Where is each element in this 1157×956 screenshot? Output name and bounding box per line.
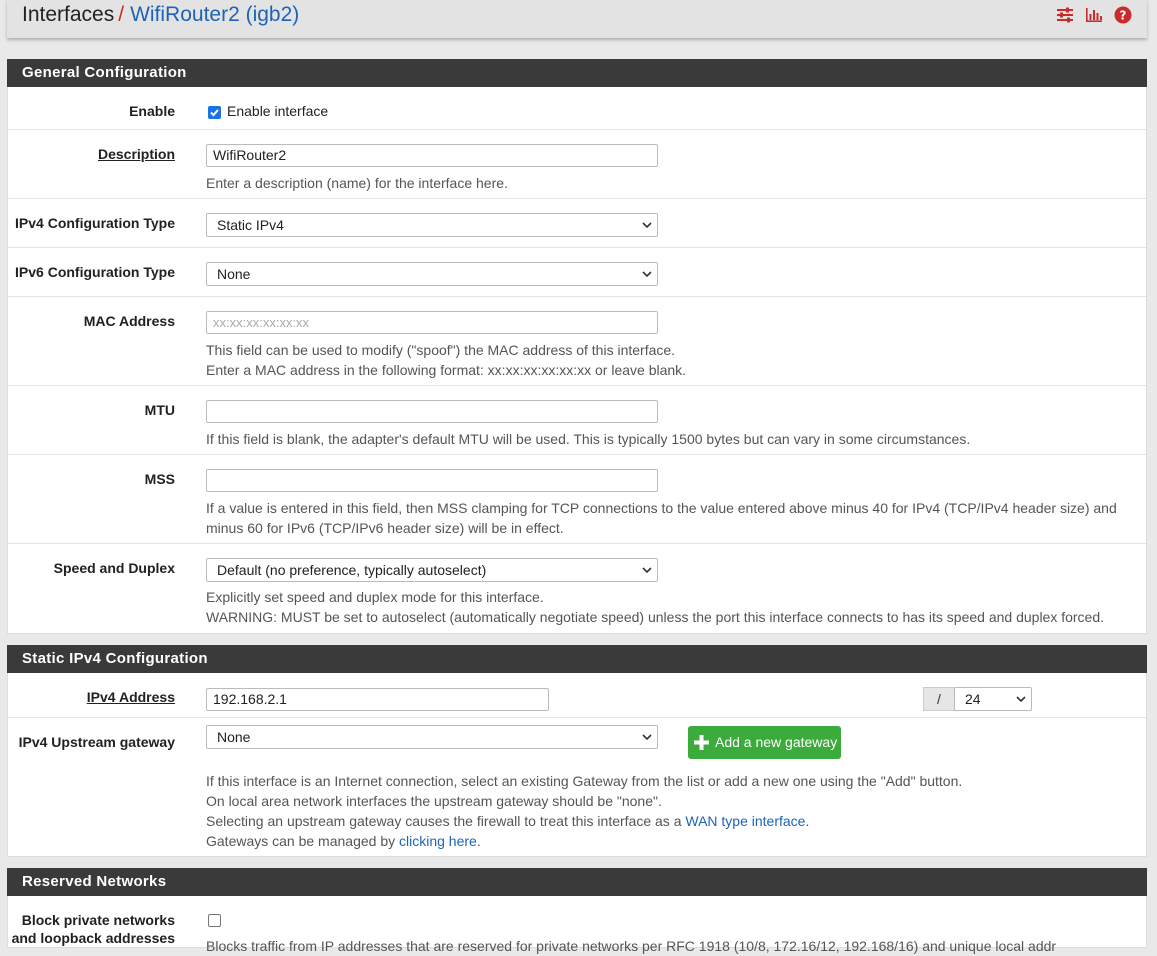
- ipv4-gateway-select[interactable]: None: [206, 725, 658, 749]
- breadcrumb-current-interface[interactable]: WifiRouter2 (igb2): [130, 3, 299, 26]
- chevron-down-icon: [1016, 696, 1026, 703]
- general-configuration-panel: General Configuration Enable Enable inte…: [7, 59, 1147, 634]
- speed-duplex-row: Speed and Duplex Default (no preference,…: [8, 544, 1146, 633]
- mac-address-row: MAC Address xx:xx:xx:xx:xx:xx This field…: [8, 297, 1146, 386]
- description-help: Enter a description (name) for the inter…: [206, 175, 508, 191]
- gateway-help-3: Selecting an upstream gateway causes the…: [206, 811, 809, 831]
- gateway-help-4: Gateways can be managed by clicking here…: [206, 831, 481, 851]
- mss-input[interactable]: [206, 469, 658, 492]
- speed-duplex-select[interactable]: Default (no preference, typically autose…: [206, 558, 658, 582]
- speed-duplex-label: Speed and Duplex: [53, 560, 175, 576]
- gateway-help-2: On local area network interfaces the ups…: [206, 793, 662, 809]
- speed-duplex-help-1: Explicitly set speed and duplex mode for…: [206, 589, 544, 605]
- enable-interface-text: Enable interface: [227, 103, 329, 119]
- block-private-row: Block private networks and loopback addr…: [8, 896, 1146, 954]
- ipv4-address-input[interactable]: 192.168.2.1: [206, 688, 549, 711]
- mss-help-1: If a value is entered in this field, the…: [206, 500, 1117, 516]
- panel-title: Reserved Networks: [7, 868, 1147, 896]
- mtu-row: MTU If this field is blank, the adapter'…: [8, 386, 1146, 455]
- svg-text:?: ?: [1120, 9, 1127, 23]
- speed-duplex-value: Default (no preference, typically autose…: [217, 562, 487, 578]
- enable-row: Enable Enable interface: [8, 87, 1146, 130]
- add-gateway-button[interactable]: Add a new gateway: [688, 726, 841, 759]
- mac-address-label: MAC Address: [83, 313, 175, 329]
- sliders-icon[interactable]: [1056, 6, 1074, 24]
- panel-title: Static IPv4 Configuration: [7, 645, 1147, 673]
- mtu-label: MTU: [144, 402, 175, 418]
- static-ipv4-panel: Static IPv4 Configuration IPv4 Address 1…: [7, 645, 1147, 857]
- chevron-down-icon: [642, 222, 652, 229]
- gateway-help-4-text: Gateways can be managed by: [206, 833, 400, 849]
- mac-address-input[interactable]: xx:xx:xx:xx:xx:xx: [206, 311, 658, 334]
- panel-title: General Configuration: [7, 59, 1147, 87]
- chevron-down-icon: [642, 734, 652, 741]
- block-private-help: Blocks traffic from IP addresses that ar…: [206, 938, 1057, 954]
- breadcrumb: Interfaces / WifiRouter2 (igb2): [22, 2, 299, 28]
- cidr-mask-value: 24: [965, 691, 981, 707]
- gateway-help-3-period: .: [805, 813, 810, 829]
- ipv6-type-select[interactable]: None: [206, 262, 658, 286]
- ipv4-type-row: IPv4 Configuration Type Static IPv4: [8, 199, 1146, 248]
- mac-address-help-2: Enter a MAC address in the following for…: [206, 362, 687, 378]
- block-private-label-1: Block private networks: [21, 912, 175, 928]
- gateway-help-4-period: .: [476, 833, 481, 849]
- cidr-slash: /: [923, 687, 955, 711]
- mss-label: MSS: [144, 471, 175, 487]
- ipv4-type-value: Static IPv4: [217, 217, 284, 233]
- add-gateway-label: Add a new gateway: [715, 734, 838, 750]
- ipv4-address-label: IPv4 Address: [86, 689, 175, 705]
- help-icon[interactable]: ?: [1114, 6, 1132, 24]
- reserved-networks-panel: Reserved Networks Block private networks…: [7, 868, 1147, 954]
- gateway-help-1: If this interface is an Internet connect…: [206, 773, 963, 789]
- speed-duplex-help-2: WARNING: MUST be set to autoselect (auto…: [206, 609, 1105, 625]
- ipv4-type-label: IPv4 Configuration Type: [15, 215, 175, 231]
- ipv4-gateway-value: None: [217, 729, 251, 745]
- ipv4-gateway-label: IPv4 Upstream gateway: [18, 734, 175, 750]
- ipv4-type-select[interactable]: Static IPv4: [206, 213, 658, 237]
- ipv4-gateway-row: IPv4 Upstream gateway None Add a new gat…: [8, 718, 1146, 857]
- mtu-input[interactable]: [206, 400, 658, 423]
- ipv6-type-value: None: [217, 266, 251, 282]
- bar-chart-icon[interactable]: [1085, 6, 1103, 24]
- ipv6-type-label: IPv6 Configuration Type: [15, 264, 175, 280]
- cidr-mask-select[interactable]: 24: [954, 687, 1032, 711]
- clicking-here-link[interactable]: clicking here: [399, 833, 477, 849]
- ipv4-address-row: IPv4 Address 192.168.2.1 / 24: [8, 673, 1146, 718]
- block-private-label-2: and loopback addresses: [11, 930, 175, 946]
- block-private-checkbox[interactable]: [208, 914, 221, 927]
- header-icons: ?: [1056, 6, 1132, 24]
- mac-address-help-1: This field can be used to modify ("spoof…: [206, 342, 676, 358]
- gateway-help-3-text: Selecting an upstream gateway causes the…: [206, 813, 686, 829]
- page-header: Interfaces / WifiRouter2 (igb2) ?: [7, 0, 1147, 38]
- mss-row: MSS If a value is entered in this field,…: [8, 455, 1146, 544]
- ipv6-type-row: IPv6 Configuration Type None: [8, 248, 1146, 297]
- enable-label: Enable: [129, 103, 175, 119]
- description-input[interactable]: WifiRouter2: [206, 144, 658, 167]
- breadcrumb-separator: /: [118, 3, 125, 26]
- chevron-down-icon: [642, 271, 652, 278]
- description-row: Description WifiRouter2 Enter a descript…: [8, 130, 1146, 199]
- plus-icon: [694, 735, 709, 750]
- chevron-down-icon: [642, 567, 652, 574]
- mtu-help: If this field is blank, the adapter's de…: [206, 431, 971, 447]
- breadcrumb-interfaces[interactable]: Interfaces: [22, 3, 114, 26]
- mss-help-2: minus 60 for IPv6 (TCP/IPv6 header size)…: [206, 520, 564, 536]
- enable-checkbox[interactable]: [208, 106, 221, 119]
- description-label: Description: [97, 146, 175, 162]
- wan-type-interface-link[interactable]: WAN type interface: [685, 813, 805, 829]
